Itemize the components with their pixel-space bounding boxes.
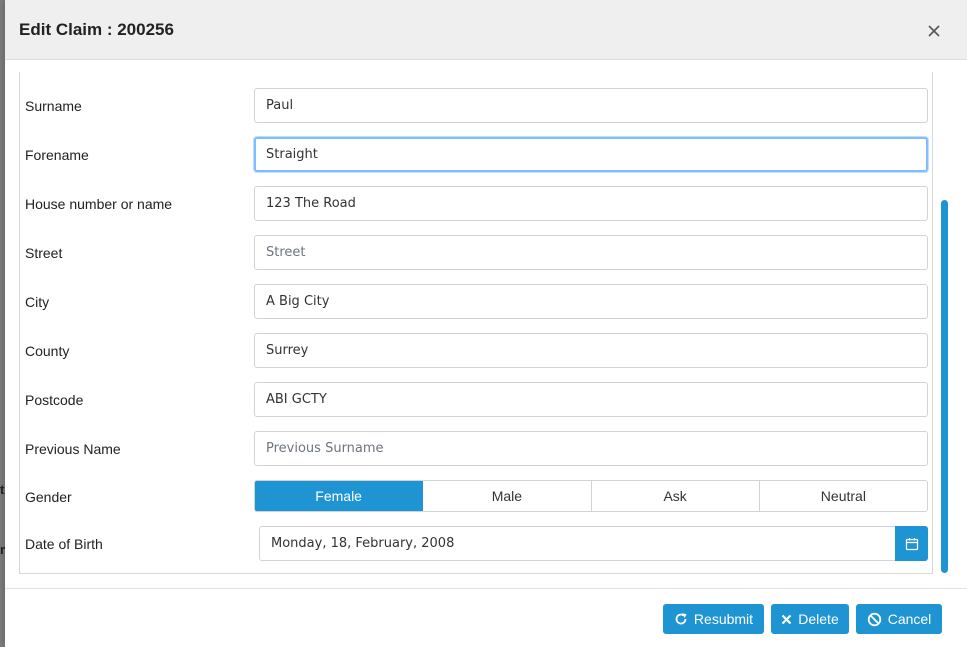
refresh-icon <box>675 613 687 625</box>
cancel-button[interactable]: Cancel <box>856 604 942 634</box>
house-number-label: House number or name <box>25 196 173 212</box>
gender-toggle-group: Female Male Ask Neutral <box>254 480 928 512</box>
previous-name-input[interactable] <box>254 431 928 466</box>
calendar-icon <box>905 537 918 550</box>
delete-label: Delete <box>798 611 839 627</box>
gender-label: Gender <box>25 489 72 505</box>
city-input[interactable] <box>254 284 928 319</box>
forename-input[interactable] <box>254 137 928 172</box>
gender-option-neutral[interactable]: Neutral <box>759 481 927 511</box>
county-label: County <box>25 343 70 359</box>
resubmit-button[interactable]: Resubmit <box>663 604 764 634</box>
gender-option-female[interactable]: Female <box>255 481 424 511</box>
postcode-input[interactable] <box>254 382 928 417</box>
street-label: Street <box>25 245 63 261</box>
gender-option-male[interactable]: Male <box>423 481 592 511</box>
city-label: City <box>25 294 50 310</box>
close-icon <box>928 25 940 37</box>
previous-name-label: Previous Name <box>25 441 121 457</box>
times-icon <box>781 614 792 624</box>
delete-button[interactable]: Delete <box>771 604 849 634</box>
postcode-label: Postcode <box>25 392 84 408</box>
modal-title: Edit Claim : 200256 <box>19 20 174 39</box>
cancel-label: Cancel <box>887 611 932 627</box>
modal-footer: Resubmit Delete Cancel <box>5 588 967 647</box>
dob-input[interactable] <box>259 526 896 561</box>
form-scrollbar-thumb[interactable] <box>941 200 948 573</box>
close-button[interactable] <box>923 20 945 42</box>
forename-label: Forename <box>25 147 89 163</box>
ban-icon <box>867 612 881 626</box>
calendar-button[interactable] <box>895 526 928 561</box>
surname-label: Surname <box>25 98 82 114</box>
house-number-input[interactable] <box>254 186 928 221</box>
street-input[interactable] <box>254 235 928 270</box>
edit-claim-modal: Edit Claim : 200256 Surname Forename Hou… <box>5 0 967 647</box>
county-input[interactable] <box>254 333 928 368</box>
background-text: t <box>0 482 5 497</box>
dob-label: Date of Birth <box>25 536 103 552</box>
surname-input[interactable] <box>254 88 928 123</box>
gender-option-ask[interactable]: Ask <box>591 481 760 511</box>
modal-header: Edit Claim : 200256 <box>5 0 967 60</box>
resubmit-label: Resubmit <box>693 611 754 627</box>
